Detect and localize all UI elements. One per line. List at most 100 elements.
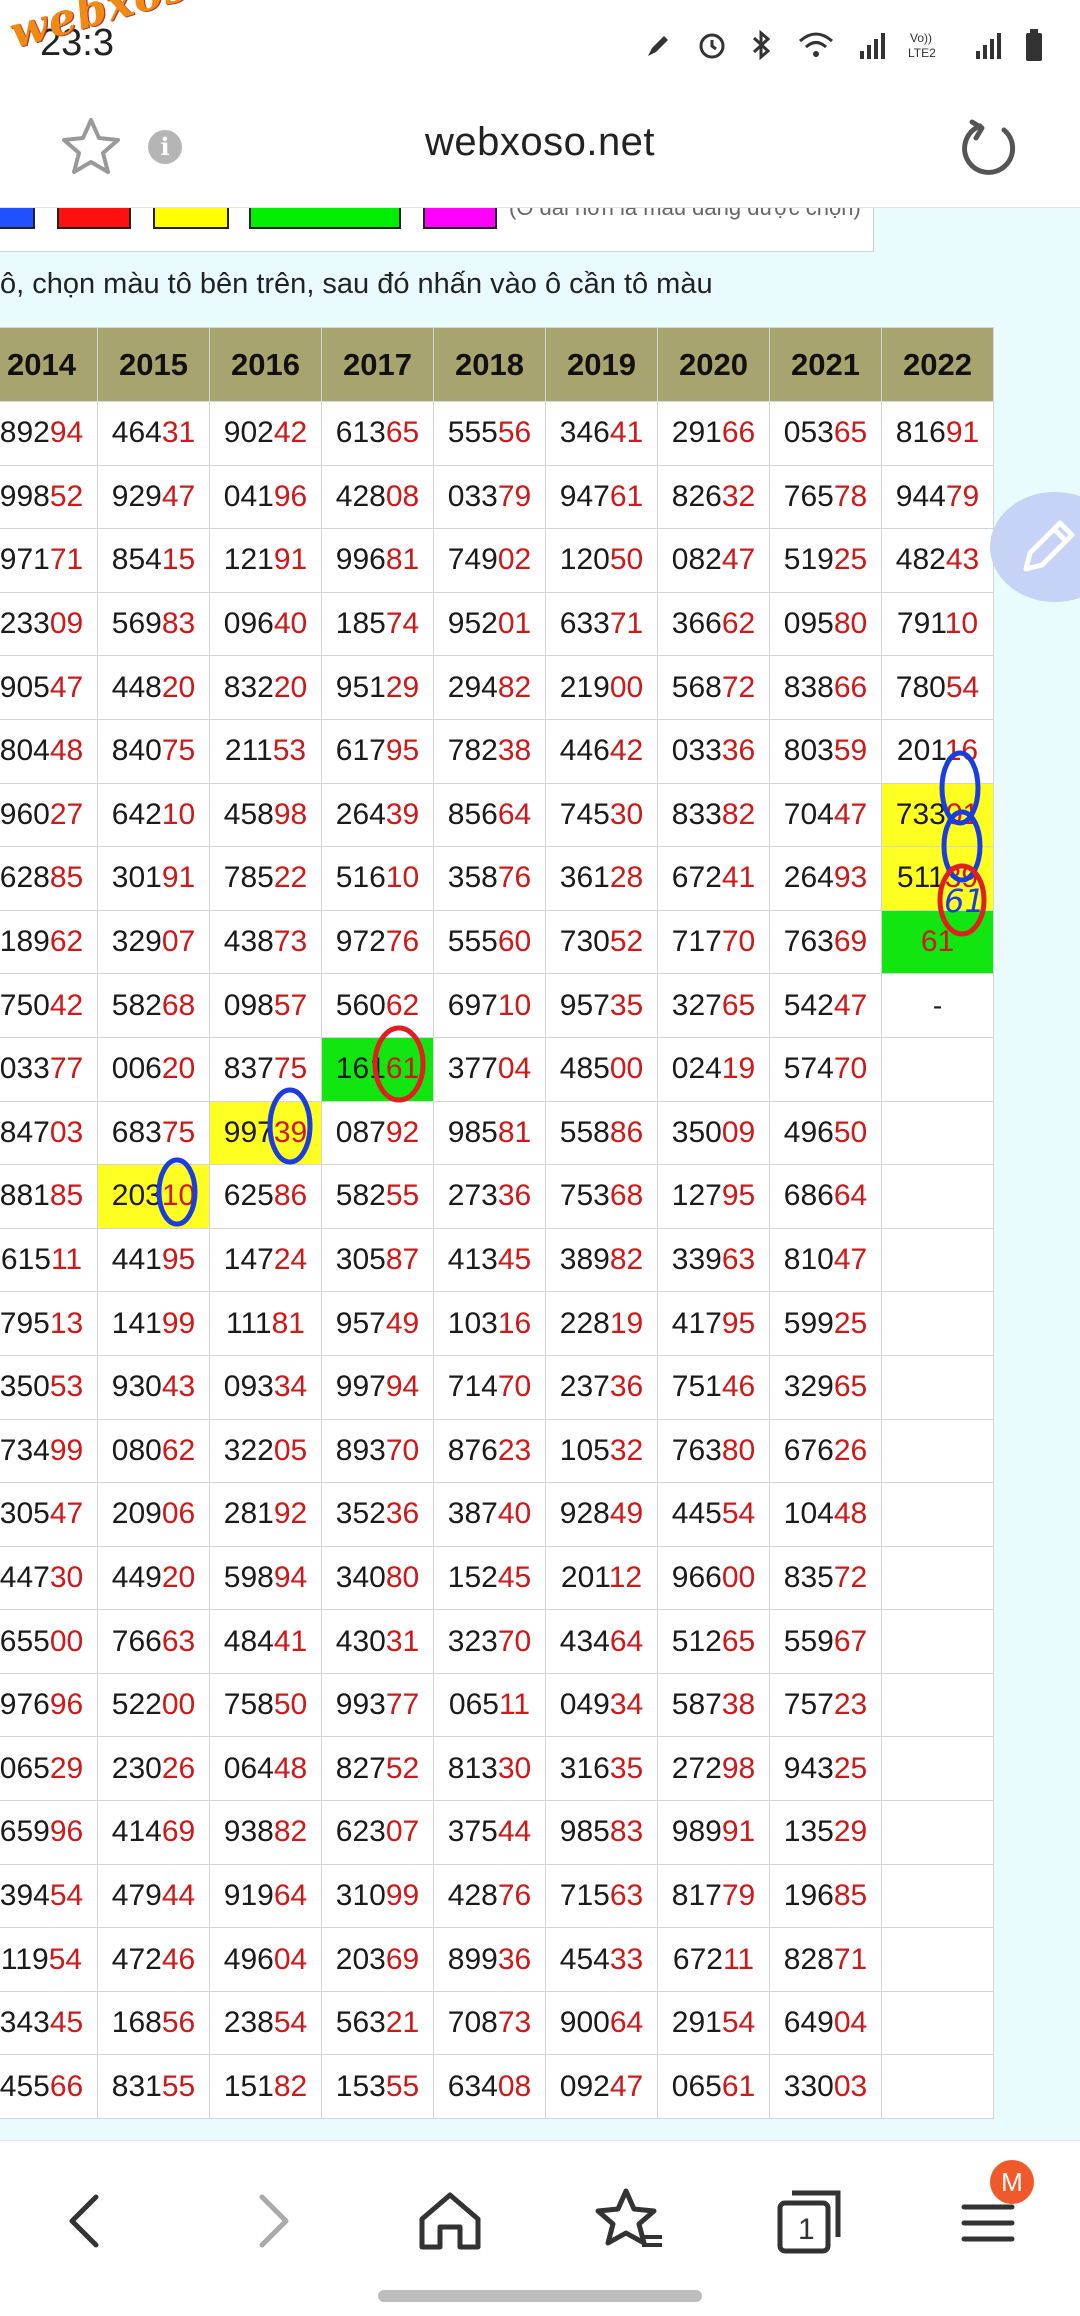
result-cell[interactable] [881,1545,994,1611]
result-cell[interactable]: 79513 [0,1291,98,1356]
result-cell[interactable]: 45898 [209,782,322,848]
result-cell[interactable]: 94325 [769,1736,882,1802]
result-cell[interactable]: 12191 [209,528,322,593]
result-cell[interactable]: 00620 [97,1036,210,1102]
result-cell[interactable]: 29482 [433,655,546,720]
result-cell[interactable]: 70447 [769,782,882,848]
swatch-blue[interactable] [0,208,35,229]
result-cell[interactable]: 32370 [433,1609,546,1674]
result-cell[interactable]: 21900 [545,655,658,720]
result-cell[interactable]: 99794 [321,1354,434,1420]
result-cell[interactable]: 85664 [433,782,546,848]
result-cell[interactable]: 67241 [657,846,770,911]
result-cell[interactable]: 75850 [209,1672,322,1738]
swatch-red[interactable] [57,208,131,229]
result-cell[interactable]: 05365 [769,401,882,466]
result-cell[interactable]: 76663 [97,1609,210,1674]
result-cell[interactable]: 26439 [321,782,434,848]
result-cell[interactable]: 54247 [769,973,882,1038]
result-cell[interactable]: 58268 [97,973,210,1038]
result-cell[interactable] [881,1863,994,1929]
result-cell[interactable]: 12050 [545,528,658,593]
result-cell[interactable]: 65996 [0,1800,98,1865]
result-cell[interactable]: 08247 [657,528,770,593]
result-cell[interactable]: 11954 [0,1927,98,1992]
result-cell[interactable]: 32965 [769,1354,882,1420]
result-cell[interactable]: 06561 [657,2054,770,2120]
result-cell[interactable]: 68375 [97,1100,210,1166]
result-cell[interactable]: 55886 [545,1100,658,1166]
result-cell[interactable]: 09640 [209,591,322,657]
result-cell[interactable]: 90064 [545,1990,658,2056]
result-cell[interactable]: 75723 [769,1672,882,1738]
result-cell[interactable]: 51925 [769,528,882,593]
result-cell[interactable]: 51265 [657,1609,770,1674]
result-cell[interactable]: 36128 [545,846,658,911]
result-cell[interactable]: 35236 [321,1482,434,1547]
reload-icon[interactable] [960,118,1018,176]
result-cell[interactable]: 06529 [0,1736,98,1802]
result-cell[interactable]: 41795 [657,1291,770,1356]
result-cell[interactable]: 14199 [97,1291,210,1356]
result-cell[interactable]: 19685 [769,1863,882,1929]
result-cell[interactable]: 81779 [657,1863,770,1929]
result-cell[interactable]: 34080 [321,1545,434,1611]
result-cell[interactable]: 43873 [209,909,322,975]
result-cell[interactable]: 44642 [545,718,658,784]
result-cell[interactable]: 95201 [433,591,546,657]
result-cell[interactable]: 73499 [0,1418,98,1484]
result-cell[interactable]: 27336 [433,1164,546,1229]
result-cell[interactable]: 45433 [545,1927,658,1992]
result-cell[interactable]: 49604 [209,1927,322,1992]
result-cell[interactable]: 83220 [209,655,322,720]
result-cell[interactable]: 61795 [321,718,434,784]
result-cell[interactable] [881,1672,994,1738]
result-cell[interactable]: 30547 [0,1482,98,1547]
result-cell[interactable]: 29154 [657,1990,770,2056]
result-cell[interactable]: 20906 [97,1482,210,1547]
result-cell[interactable]: 59925 [769,1291,882,1356]
result-cell[interactable]: 74902 [433,528,546,593]
result-cell[interactable]: 87623 [433,1418,546,1484]
result-cell[interactable]: 93882 [209,1800,322,1865]
result-cell[interactable]: 47246 [97,1927,210,1992]
result-cell[interactable]: 97696 [0,1672,98,1738]
result-cell[interactable]: 10532 [545,1418,658,1484]
result-cell[interactable]: 91964 [209,1863,322,1929]
result-cell[interactable]: 10316 [433,1291,546,1356]
result-cell[interactable]: 83572 [769,1545,882,1611]
result-cell[interactable]: 71470 [433,1354,546,1420]
result-cell[interactable]: 04934 [545,1672,658,1738]
result-cell[interactable]: 23854 [209,1990,322,2056]
result-cell[interactable]: 06448 [209,1736,322,1802]
result-cell[interactable]: 64904 [769,1990,882,2056]
result-cell[interactable]: 83775 [209,1036,322,1102]
result-cell[interactable]: 14724 [209,1227,322,1293]
result-cell[interactable]: 32907 [97,909,210,975]
result-cell[interactable]: 18962 [0,909,98,975]
result-cell[interactable]: 56062 [321,973,434,1038]
result-cell[interactable]: 75042 [0,973,98,1038]
result-cell[interactable]: 44195 [97,1227,210,1293]
result-cell[interactable]: 61365 [321,401,434,466]
result-cell[interactable]: 55560 [433,909,546,975]
result-cell[interactable]: 98581 [433,1100,546,1166]
result-cell[interactable]: 33963 [657,1227,770,1293]
bookmark-star-icon[interactable] [590,2181,670,2261]
result-cell[interactable]: 99739 [209,1100,322,1166]
result-cell[interactable]: 73052 [545,909,658,975]
result-cell[interactable]: 84703 [0,1100,98,1166]
result-cell[interactable] [881,1736,994,1802]
result-cell[interactable]: 81691 [881,401,994,466]
result-cell[interactable] [881,2054,994,2120]
result-cell[interactable]: 03377 [0,1036,98,1102]
result-cell[interactable]: 38982 [545,1227,658,1293]
result-cell[interactable]: 48441 [209,1609,322,1674]
result-cell[interactable]: 47944 [97,1863,210,1929]
result-cell[interactable]: 02419 [657,1036,770,1102]
result-cell[interactable]: 71563 [545,1863,658,1929]
result-cell[interactable]: 58738 [657,1672,770,1738]
result-cell[interactable]: 15355 [321,2054,434,2120]
result-cell[interactable]: 06511 [433,1672,546,1738]
result-cell[interactable]: 96027 [0,782,98,848]
